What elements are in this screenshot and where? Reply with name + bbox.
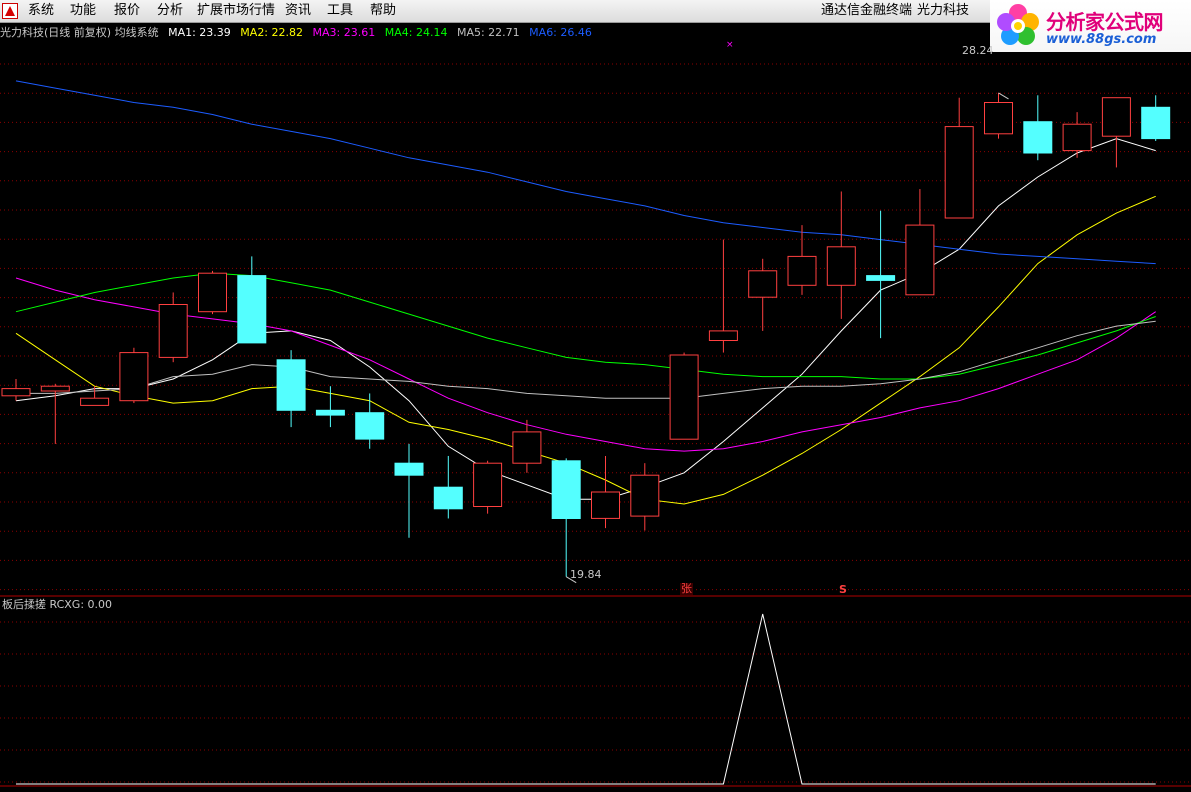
- rcxg-line: [16, 613, 1156, 785]
- high-pointer: [998, 92, 1009, 100]
- candle: [944, 97, 974, 219]
- candle-body: [748, 270, 778, 298]
- candle-body: [473, 462, 503, 508]
- candle: [1101, 97, 1131, 168]
- candle-body: [40, 385, 70, 392]
- candle-body: [591, 491, 620, 519]
- candle: [866, 210, 896, 339]
- candle-body: [276, 359, 306, 411]
- candle: [1062, 112, 1092, 158]
- candle-body: [1023, 121, 1053, 154]
- candle-body: [198, 272, 227, 313]
- candle-body: [944, 126, 974, 219]
- candle: [1023, 95, 1053, 161]
- chart-canvas[interactable]: ×: [0, 0, 1191, 792]
- candle: [512, 419, 542, 473]
- signal-s: S: [839, 583, 847, 596]
- candle: [984, 92, 1013, 139]
- candle-body: [551, 460, 581, 519]
- candle: [158, 292, 188, 363]
- candle-body: [315, 409, 345, 416]
- candle-body: [1101, 97, 1131, 137]
- candle-body: [787, 255, 817, 286]
- candle-body: [433, 486, 463, 510]
- candle-body: [394, 462, 424, 476]
- low-price-value: 19.84: [570, 568, 602, 581]
- candle: [315, 386, 345, 428]
- candle: [787, 225, 817, 295]
- candle-body: [512, 431, 542, 464]
- candle: [394, 443, 424, 538]
- candle-body: [355, 412, 385, 440]
- cross-marker: ×: [726, 40, 734, 50]
- candle: [669, 352, 699, 440]
- candle: [276, 350, 306, 428]
- candle: [1, 379, 31, 401]
- candle: [591, 455, 620, 529]
- high-price-value: 28.24: [962, 44, 994, 57]
- moving-average-lines: [15, 80, 1156, 505]
- candle: [630, 463, 660, 531]
- candle-body: [80, 397, 110, 406]
- candle: [119, 347, 149, 404]
- sub-indicator-label: 板后揉搓 RCXG: 0.00: [2, 598, 113, 611]
- candle: [708, 239, 738, 353]
- candle-body: [1, 388, 31, 397]
- candle: [748, 258, 778, 331]
- candle-body: [708, 330, 738, 341]
- candle: [198, 270, 227, 315]
- ma-line-ma3: [15, 277, 1156, 452]
- candle-body: [905, 224, 935, 296]
- candle: [551, 458, 581, 577]
- candle-body: [1062, 123, 1092, 152]
- candle: [1141, 95, 1171, 141]
- candle-body: [1141, 106, 1171, 140]
- candle: [433, 455, 463, 519]
- candle: [473, 460, 503, 514]
- candle: [80, 386, 110, 406]
- chart-grid: [0, 63, 1191, 787]
- candlestick-series[interactable]: [1, 92, 1171, 577]
- candle-body: [158, 304, 188, 358]
- candle-body: [669, 354, 699, 440]
- candle: [826, 191, 856, 319]
- candle-body: [866, 275, 896, 281]
- candle: [905, 189, 935, 296]
- candle-body: [984, 102, 1013, 135]
- low-price-label: 19.84: [570, 569, 602, 581]
- high-price-label: 28.24: [962, 45, 994, 57]
- candle: [237, 256, 267, 344]
- signal-zhang: 张: [680, 582, 693, 595]
- sub-indicator-line: [16, 613, 1156, 785]
- candle-body: [826, 246, 856, 286]
- candle-body: [119, 352, 149, 402]
- candle: [355, 393, 385, 449]
- candle-body: [237, 275, 267, 344]
- candle-body: [630, 474, 660, 517]
